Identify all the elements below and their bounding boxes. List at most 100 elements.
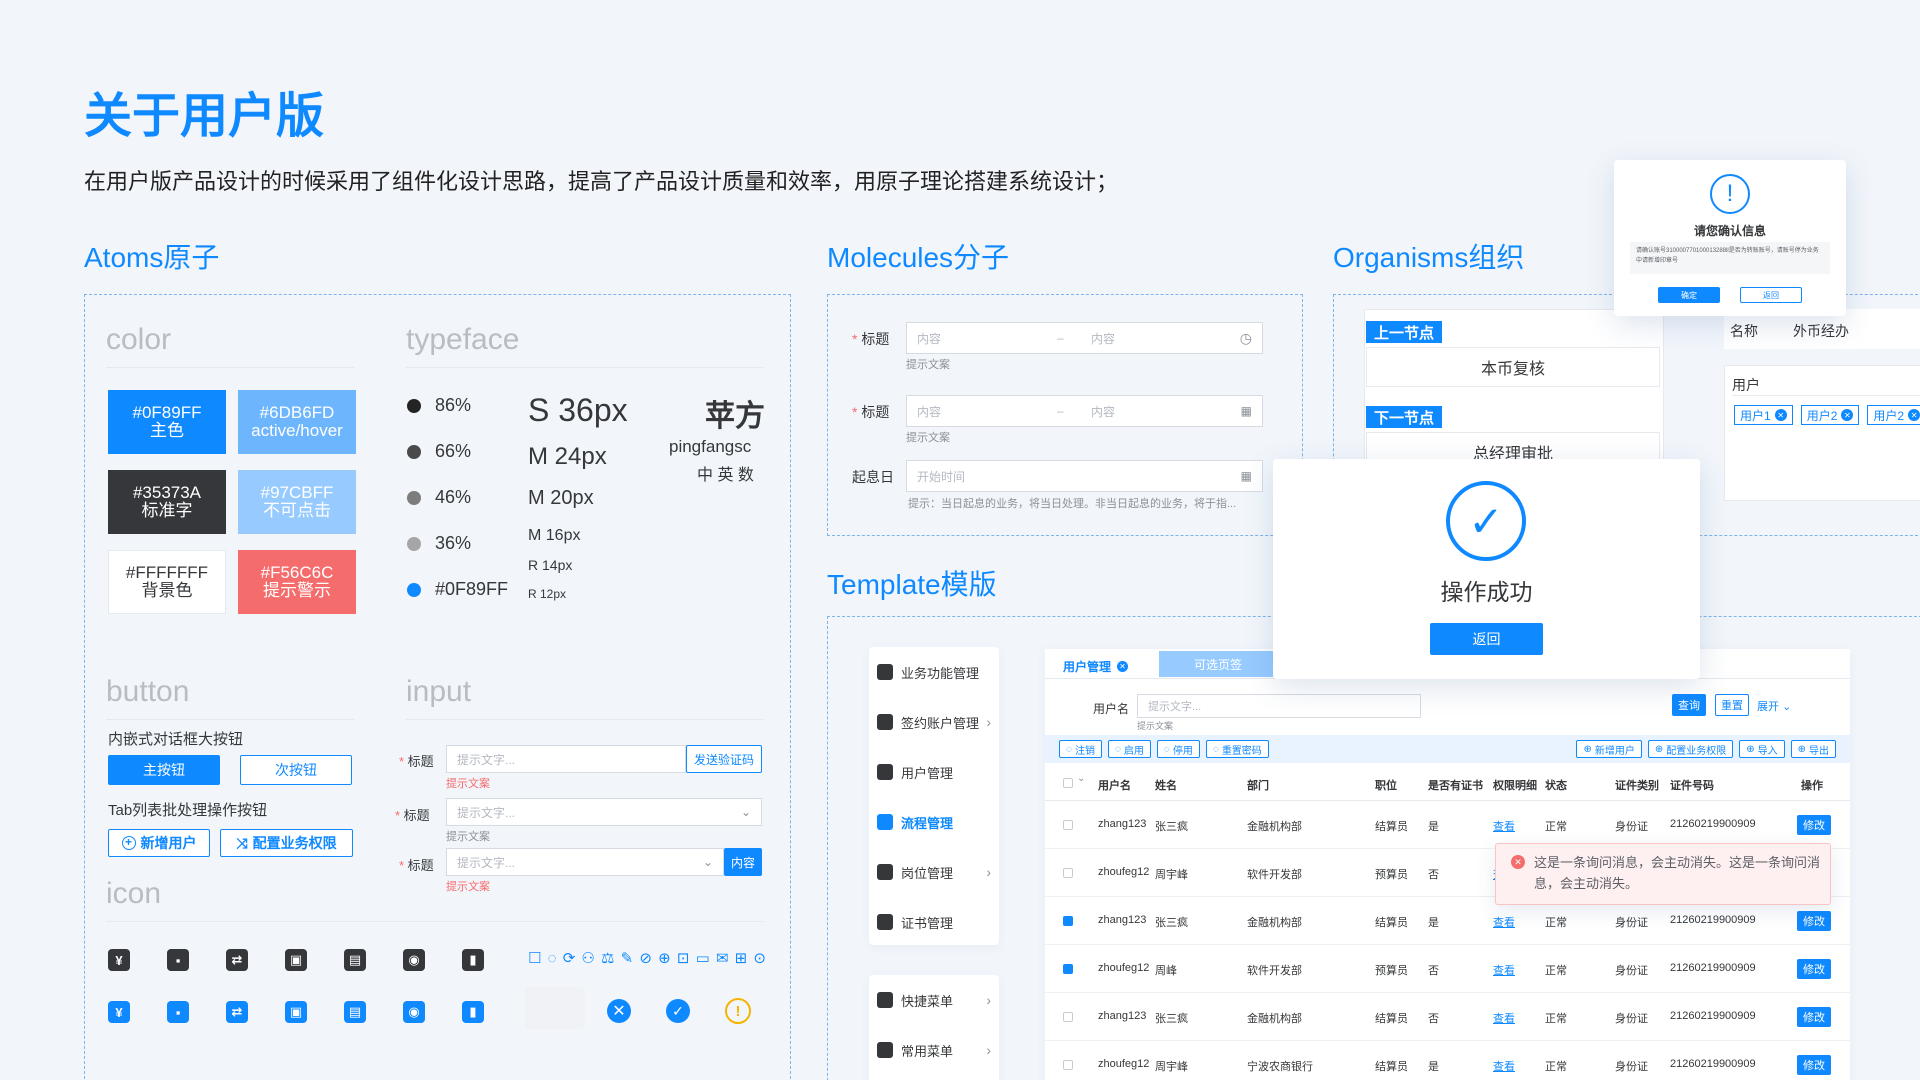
confirm-ok-button[interactable]: 确定 [1658,287,1720,303]
user-tag[interactable]: 用户1 ✕ [1734,405,1793,425]
sidebar-menu-item[interactable]: 常用菜单 › [877,1025,991,1075]
input-2-placeholder: 提示文字... [457,805,516,820]
yuan-icon: ¥ [108,1001,130,1023]
confirm-back-button[interactable]: 返回 [1740,287,1802,303]
toolbar-button[interactable]: ◌ 重置密码 [1205,740,1269,758]
opacity-dot-label: 46% [435,487,472,507]
sidebar-menu-item[interactable]: 流程管理 [877,797,991,847]
toolbar-button[interactable]: ⊕ 导入 [1739,740,1785,758]
table-row: zhoufeg12 周宇峰 宁波农商银行 结算员 是 查看 正常 身份证 21260219900… [1045,1041,1850,1080]
toolbar-button-label: 启用 [1123,745,1144,757]
permission-link[interactable]: 查看 [1493,1058,1515,1074]
toolbar-button[interactable]: ◌ 注销 [1059,740,1102,758]
section-title-organisms: Organisms组织 [1333,242,1525,273]
row-checkbox[interactable] [1063,964,1073,974]
row-checkbox[interactable] [1063,868,1073,878]
chevron-right-icon: › [986,992,991,1008]
menu-item-label: 快捷菜单 [901,993,954,1009]
input-3-addon-button[interactable]: 内容 [724,848,762,876]
exchange-icon: ⇄ [226,1001,248,1023]
atoms-panel: color #0F89FF 主色 #6DB6FD active/hover #35373… [84,294,791,1080]
close-icon[interactable]: ✕ [1774,409,1787,421]
table-cell: 21260219900909 [1670,914,1756,926]
user-tag[interactable]: 用户2 ✕ [1800,405,1860,425]
sidebar-menu-item[interactable]: 业务功能管理 [877,647,991,697]
close-icon[interactable]: ✕ [1908,409,1920,421]
button-divider [106,719,354,720]
sidebar-menu-item[interactable]: 证书管理 [877,897,991,947]
permission-link[interactable]: 查看 [1493,1010,1515,1026]
toolbar-button[interactable]: ⊕ 配置业务权限 [1647,740,1734,758]
sidebar-menu-item[interactable]: 快捷菜单 › [877,975,991,1025]
select-all-checkbox[interactable] [1063,778,1073,788]
menu-icon [877,764,893,780]
table-cell: 身份证 [1615,965,1648,977]
menu-item-label: 岗位管理 [901,865,954,881]
molecule-row-2-hint: 提示文案 [906,432,950,444]
tab-user-management[interactable]: 用户管理 ✕ [1055,653,1136,679]
toolbar-button[interactable]: ◌ 启用 [1107,740,1151,758]
expand-toggle[interactable]: 展开 ⌄ [1757,698,1791,714]
confirm-dialog-body: 请确认账号310000770100013288ll是否为转账账号，请账号停为业务… [1630,242,1830,274]
row-checkbox[interactable] [1063,916,1073,926]
row-checkbox[interactable] [1063,1012,1073,1022]
config-permission-button[interactable]: ⤨ 配置业务权限 [220,829,353,857]
color-swatch: #F56C6C 提示警示 [238,550,356,614]
molecule-row-1-hint: 提示文案 [906,359,950,371]
toolbar-button[interactable]: ⊕ 新增用户 [1576,740,1642,758]
sidebar-menu-item[interactable]: 签约账户管理 › [877,697,991,747]
query-button[interactable]: 查询 [1672,694,1706,716]
toolbar-button[interactable]: ◌ 停用 [1156,740,1200,758]
edit-button[interactable]: 修改 [1797,959,1831,979]
input-3-select[interactable]: 提示文字... ⌄ [446,848,724,876]
row-checkbox[interactable] [1063,1060,1073,1070]
toolbar-button-label: 新增用户 [1594,745,1635,757]
success-back-button[interactable]: 返回 [1430,623,1543,655]
primary-button[interactable]: 主按钮 [108,755,220,785]
table-row: zhang123 张三疯 金融机构部 结算员 是 查看 正常 身份证 2126021990090… [1045,801,1850,849]
color-swatch: #97CBFF 不可点击 [238,470,356,534]
molecules-panel: * 标题 内容 – 内容 ◷ 提示文案 * 标题 内容 – 内容 ▦ 提示文案 … [827,294,1303,536]
table-cell: 是 [1428,821,1439,833]
send-code-button[interactable]: 发送验证码 [686,745,762,773]
sidebar-menu-item[interactable]: 岗位管理 › [877,847,991,897]
search-input[interactable]: 提示文字... [1137,694,1421,718]
sidebar-menu-item[interactable]: 用户管理 [877,747,991,797]
range-sep: – [1057,331,1064,345]
close-icon[interactable]: ✕ [1841,409,1854,421]
row-checkbox[interactable] [1063,820,1073,830]
toolbar-button[interactable]: ⊕ 导出 [1790,740,1836,758]
edit-button[interactable]: 修改 [1797,815,1831,835]
tab-optional[interactable]: 可选页签 [1159,651,1277,677]
table-cell: 21260219900909 [1670,962,1756,974]
table-column-header: 操作 [1801,780,1823,792]
permission-link[interactable]: 查看 [1493,962,1515,978]
secondary-button[interactable]: 次按钮 [240,755,352,785]
close-icon[interactable]: ✕ [1117,660,1129,672]
date-range-input-1[interactable]: 内容 – 内容 ◷ [906,322,1263,354]
search-label: 用户名 [1093,702,1130,716]
search-hint: 提示文案 [1137,721,1174,731]
input-2-select[interactable]: 提示文字... ⌄ [446,798,762,826]
start-date-input[interactable]: 开始时间 ▦ [906,460,1263,492]
add-user-button[interactable]: + 新增用户 [108,829,210,857]
edit-button[interactable]: 修改 [1797,911,1831,931]
reset-button[interactable]: 重置 [1715,694,1749,716]
tab-user-management-label: 用户管理 [1063,659,1112,674]
date-range-input-2[interactable]: 内容 – 内容 ▦ [906,395,1263,427]
edit-button[interactable]: 修改 [1797,1055,1831,1075]
section-title-molecules: Molecules分子 [827,242,1010,273]
molecule-row-1-label: * 标题 [852,331,890,347]
success-message: 操作成功 [1440,579,1533,605]
menu-item-label: 用户管理 [901,765,954,781]
input-1-field[interactable]: 提示文字... [446,745,686,773]
user-tag[interactable]: 用户2 ✕ [1867,405,1920,425]
error-circle-icon: ✕ [1511,855,1525,869]
lock-icon: ▣ [285,1001,307,1023]
info-circle-icon: ! [1710,174,1750,214]
input-3-hint: 提示文案 [446,881,490,893]
edit-button[interactable]: 修改 [1797,1007,1831,1027]
table-row: zhang123 张三疯 金融机构部 结算员 否 查看 正常 身份证 2126021990090… [1045,993,1850,1041]
permission-link[interactable]: 查看 [1493,818,1515,834]
permission-link[interactable]: 查看 [1493,914,1515,930]
